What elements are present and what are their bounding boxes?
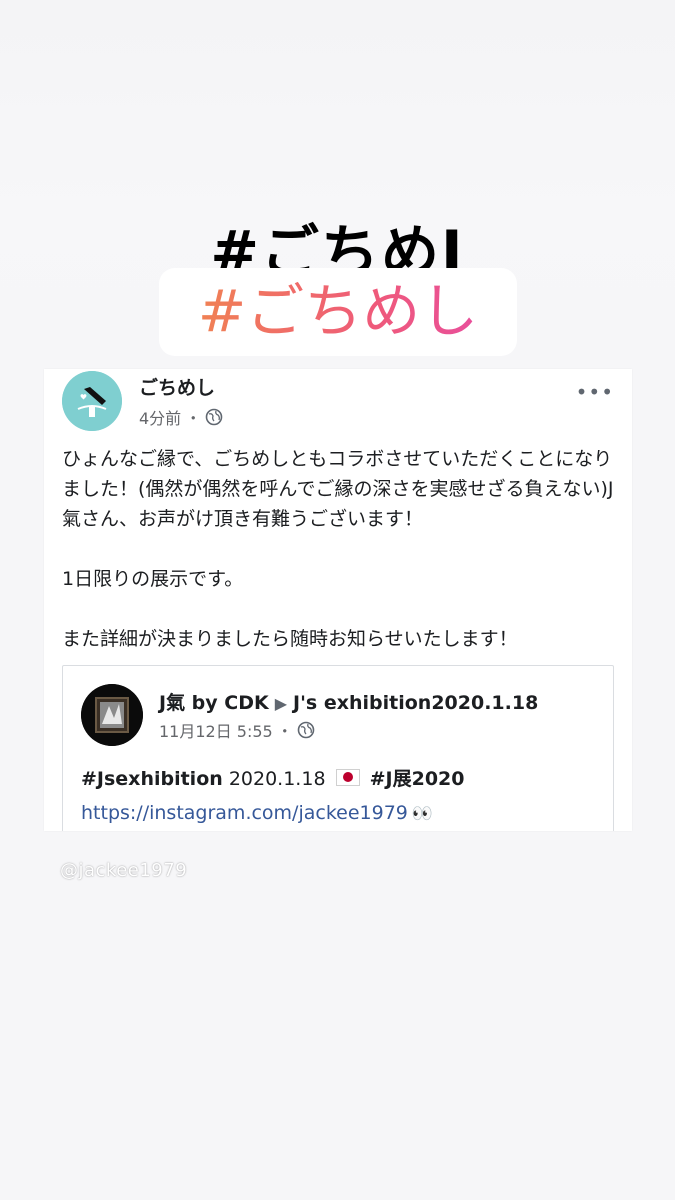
shared-post-timestamp[interactable]: 11月12日 5:55 — [159, 718, 273, 742]
meta-separator: ・ — [185, 409, 202, 428]
artwork-thumbnail-icon — [81, 684, 143, 746]
japan-flag-icon — [335, 769, 360, 786]
globe-icon — [297, 721, 315, 739]
meta-separator: ・ — [276, 722, 293, 741]
eyes-emoji-icon: 👀 — [411, 804, 434, 824]
avatar[interactable] — [62, 371, 122, 431]
post-author-name[interactable]: ごちめし — [139, 373, 215, 400]
shared-post-link-line: https://instagram.com/jackee1979 👀 — [81, 802, 433, 824]
shared-post-header: J氣 by CDK ▶ J's exhibition2020.1.18 — [159, 688, 538, 715]
post-body: ひょんなご縁で、ごちめしともコラボさせていただくことになりました！(偶然が偶然を… — [62, 444, 618, 654]
gochimeshi-logo-icon — [62, 371, 122, 431]
username-watermark: @jackee1979 — [60, 860, 188, 881]
shared-author-name[interactable]: J氣 by CDK — [159, 692, 269, 714]
share-arrow-icon: ▶ — [274, 694, 288, 713]
post-timestamp[interactable]: 4分前 — [139, 405, 181, 429]
hashtag-link[interactable]: #Jsexhibition — [81, 768, 223, 790]
post-meta: 4分前 ・ — [139, 405, 223, 429]
post-body-paragraph: 1日限りの展示です。 — [62, 568, 244, 590]
facebook-post-card: ごちめし 4分前 ・ ••• ひょんなご縁で、ごちめしともコラボさせていただくこ… — [44, 369, 632, 831]
instagram-link[interactable]: https://instagram.com/jackee1979 — [81, 802, 408, 824]
hashtag-link[interactable]: #J展2020 — [370, 768, 465, 790]
globe-icon — [205, 408, 223, 426]
shared-post-meta: 11月12日 5:55 ・ — [159, 718, 315, 742]
shared-post-text: #Jsexhibition 2020.1.18 #J展2020 — [81, 764, 465, 791]
more-options-button[interactable]: ••• — [576, 382, 614, 402]
shared-post[interactable]: J氣 by CDK ▶ J's exhibition2020.1.18 11月12日… — [62, 665, 614, 831]
post-body-paragraph: また詳細が決まりましたら随時お知らせいたします！ — [62, 628, 518, 650]
hashtag-sticker-sub[interactable]: #ごちめし — [159, 270, 517, 352]
shared-date-text: 2020.1.18 — [228, 768, 326, 790]
shared-target-name[interactable]: J's exhibition2020.1.18 — [293, 692, 538, 714]
post-body-paragraph: ひょんなご縁で、ごちめしともコラボさせていただくことになりました！(偶然が偶然を… — [62, 448, 614, 530]
shared-avatar[interactable] — [81, 684, 143, 746]
